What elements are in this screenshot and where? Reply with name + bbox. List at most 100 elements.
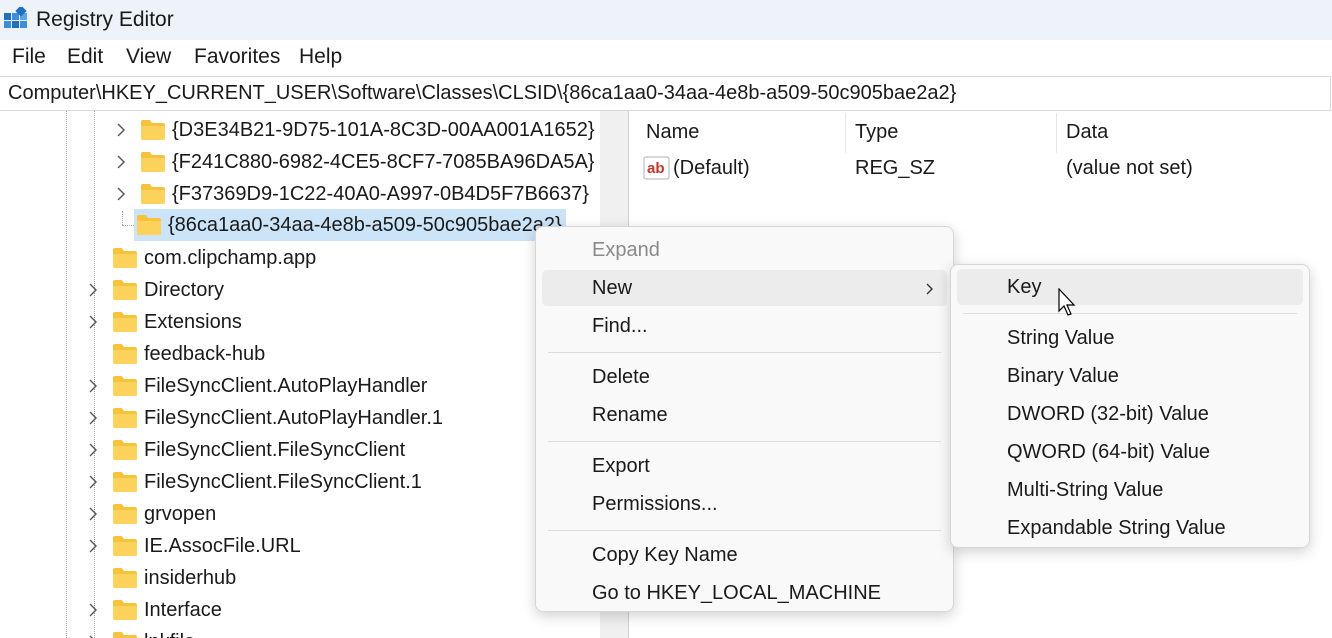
menu-item-key[interactable]: Key (957, 269, 1303, 305)
menu-edit[interactable]: Edit (67, 45, 103, 69)
menu-separator (548, 351, 941, 353)
tree-item[interactable]: Extensions (84, 306, 242, 338)
expand-chevron-icon[interactable] (112, 121, 130, 139)
menu-separator (963, 312, 1297, 314)
folder-icon (112, 279, 138, 301)
tree-item[interactable]: FileSyncClient.AutoPlayHandler.1 (84, 402, 443, 434)
tree-item-label: FileSyncClient.FileSyncClient.1 (144, 470, 422, 493)
folder-icon (112, 599, 138, 621)
tree-item-label: {F241C880-6982-4CE5-8CF7-7085BA96DA5A} (172, 150, 595, 173)
menu-item-find[interactable]: Find... (542, 308, 947, 344)
address-path[interactable]: Computer\HKEY_CURRENT_USER\Software\Clas… (8, 82, 956, 105)
tree-item-label: {D3E34B21-9D75-101A-8C3D-00AA001A1652} (172, 118, 595, 141)
expand-chevron-icon[interactable] (84, 601, 102, 619)
tree-item-label: Extensions (144, 310, 242, 333)
menu-item-label: Export (592, 455, 650, 477)
tree-item-label: lnkfile (144, 631, 195, 638)
folder-icon (112, 471, 138, 493)
menu-file[interactable]: File (12, 45, 46, 69)
menu-item-new[interactable]: New (542, 270, 947, 306)
menu-separator (548, 529, 941, 531)
tree-item[interactable]: grvopen (84, 498, 216, 530)
menu-item-string-value[interactable]: String Value (957, 320, 1303, 356)
tree-item[interactable]: lnkfile (84, 626, 195, 638)
menu-item-qword-64-bit-value[interactable]: QWORD (64-bit) Value (957, 434, 1303, 470)
string-value-icon: ab (643, 156, 670, 180)
tree-item-label: {F37369D9-1C22-40A0-A997-0B4D5F7B6637} (172, 182, 589, 205)
menu-item-export[interactable]: Export (542, 448, 947, 484)
menu-item-label: DWORD (32-bit) Value (1007, 403, 1209, 425)
menu-item-permissions[interactable]: Permissions... (542, 486, 947, 522)
tree-item[interactable]: Interface (84, 594, 222, 626)
address-bar[interactable]: Computer\HKEY_CURRENT_USER\Software\Clas… (0, 76, 1331, 111)
tree-item[interactable]: {F37369D9-1C22-40A0-A997-0B4D5F7B6637} (112, 178, 589, 210)
tree-item-selected[interactable]: {86ca1aa0-34aa-4e8b-a509-50c905bae2a2} (134, 209, 566, 241)
folder-icon (112, 343, 138, 365)
expand-chevron-icon[interactable] (84, 441, 102, 459)
menu-view[interactable]: View (126, 45, 171, 69)
menu-item-label: Expand (592, 239, 660, 261)
tree-item[interactable]: com.clipchamp.app (84, 242, 316, 274)
column-header-type[interactable]: Type (855, 121, 898, 144)
tree-item-label: grvopen (144, 502, 217, 525)
expand-chevron-icon[interactable] (84, 313, 102, 331)
tree-item-label: Interface (144, 598, 222, 621)
tree-item-label: FileSyncClient.FileSyncClient (144, 438, 406, 461)
menu-favorites[interactable]: Favorites (194, 45, 280, 69)
column-divider[interactable] (845, 113, 846, 153)
column-divider[interactable] (1056, 113, 1057, 153)
menu-item-label: String Value (1007, 327, 1115, 349)
expand-chevron-icon[interactable] (112, 153, 130, 171)
menu-item-label: Copy Key Name (592, 544, 738, 566)
tree-item[interactable]: FileSyncClient.FileSyncClient.1 (84, 466, 422, 498)
expand-chevron-icon[interactable] (84, 281, 102, 299)
menu-item-delete[interactable]: Delete (542, 359, 947, 395)
menu-item-dword-32-bit-value[interactable]: DWORD (32-bit) Value (957, 396, 1303, 432)
tree-item-label: {86ca1aa0-34aa-4e8b-a509-50c905bae2a2} (168, 213, 562, 236)
folder-icon (112, 631, 138, 638)
tree-item[interactable]: IE.AssocFile.URL (84, 530, 301, 562)
tree-item[interactable]: {D3E34B21-9D75-101A-8C3D-00AA001A1652} (112, 114, 595, 146)
folder-icon (140, 119, 166, 141)
expand-chevron-icon[interactable] (84, 377, 102, 395)
expand-chevron-icon[interactable] (84, 473, 102, 491)
menu-item-go-to-hkey-local-machine[interactable]: Go to HKEY_LOCAL_MACHINE (542, 575, 947, 611)
menu-item-label: Go to HKEY_LOCAL_MACHINE (592, 582, 881, 604)
folder-icon (112, 535, 138, 557)
menu-item-label: New (592, 277, 633, 299)
expand-chevron-icon[interactable] (112, 185, 130, 203)
new-submenu: Key String Value Binary Value DWORD (32-bit… (950, 264, 1310, 548)
menu-help[interactable]: Help (299, 45, 342, 69)
menu-item-multi-string-value[interactable]: Multi-String Value (957, 472, 1303, 508)
tree-item[interactable]: Directory (84, 274, 224, 306)
tree-item[interactable]: {F241C880-6982-4CE5-8CF7-7085BA96DA5A} (112, 146, 595, 178)
folder-icon (112, 503, 138, 525)
context-menu: Expand New Find... Delete Rename Export Permis… (535, 226, 954, 612)
column-header-data[interactable]: Data (1066, 121, 1108, 144)
menu-item-rename[interactable]: Rename (542, 397, 947, 433)
tree-guide-line (122, 211, 123, 225)
tree-item-label: insiderhub (144, 566, 237, 589)
menu-item-copy-key-name[interactable]: Copy Key Name (542, 537, 947, 573)
expand-chevron-icon[interactable] (84, 409, 102, 427)
menu-item-label: Rename (592, 404, 668, 426)
menu-item-label: Permissions... (592, 493, 718, 515)
tree-item[interactable]: feedback-hub (84, 338, 265, 370)
column-header-name[interactable]: Name (646, 121, 699, 144)
key-tree[interactable]: {D3E34B21-9D75-101A-8C3D-00AA001A1652} {… (0, 111, 600, 638)
menu-item-label: Expandable String Value (1007, 517, 1226, 539)
menu-separator (548, 440, 941, 442)
expand-chevron-icon[interactable] (84, 633, 102, 638)
menu-item-binary-value[interactable]: Binary Value (957, 358, 1303, 394)
menu-item-expandable-string-value[interactable]: Expandable String Value (957, 510, 1303, 546)
tree-item-label: com.clipchamp.app (144, 246, 317, 269)
folder-icon (112, 567, 138, 589)
value-type: REG_SZ (855, 157, 936, 179)
tree-item[interactable]: FileSyncClient.AutoPlayHandler (84, 370, 427, 402)
tree-item[interactable]: insiderhub (84, 562, 236, 594)
expand-chevron-icon[interactable] (84, 537, 102, 555)
expand-chevron-icon[interactable] (84, 505, 102, 523)
tree-item[interactable]: FileSyncClient.FileSyncClient (84, 434, 405, 466)
folder-icon (112, 439, 138, 461)
folder-icon (112, 375, 138, 397)
